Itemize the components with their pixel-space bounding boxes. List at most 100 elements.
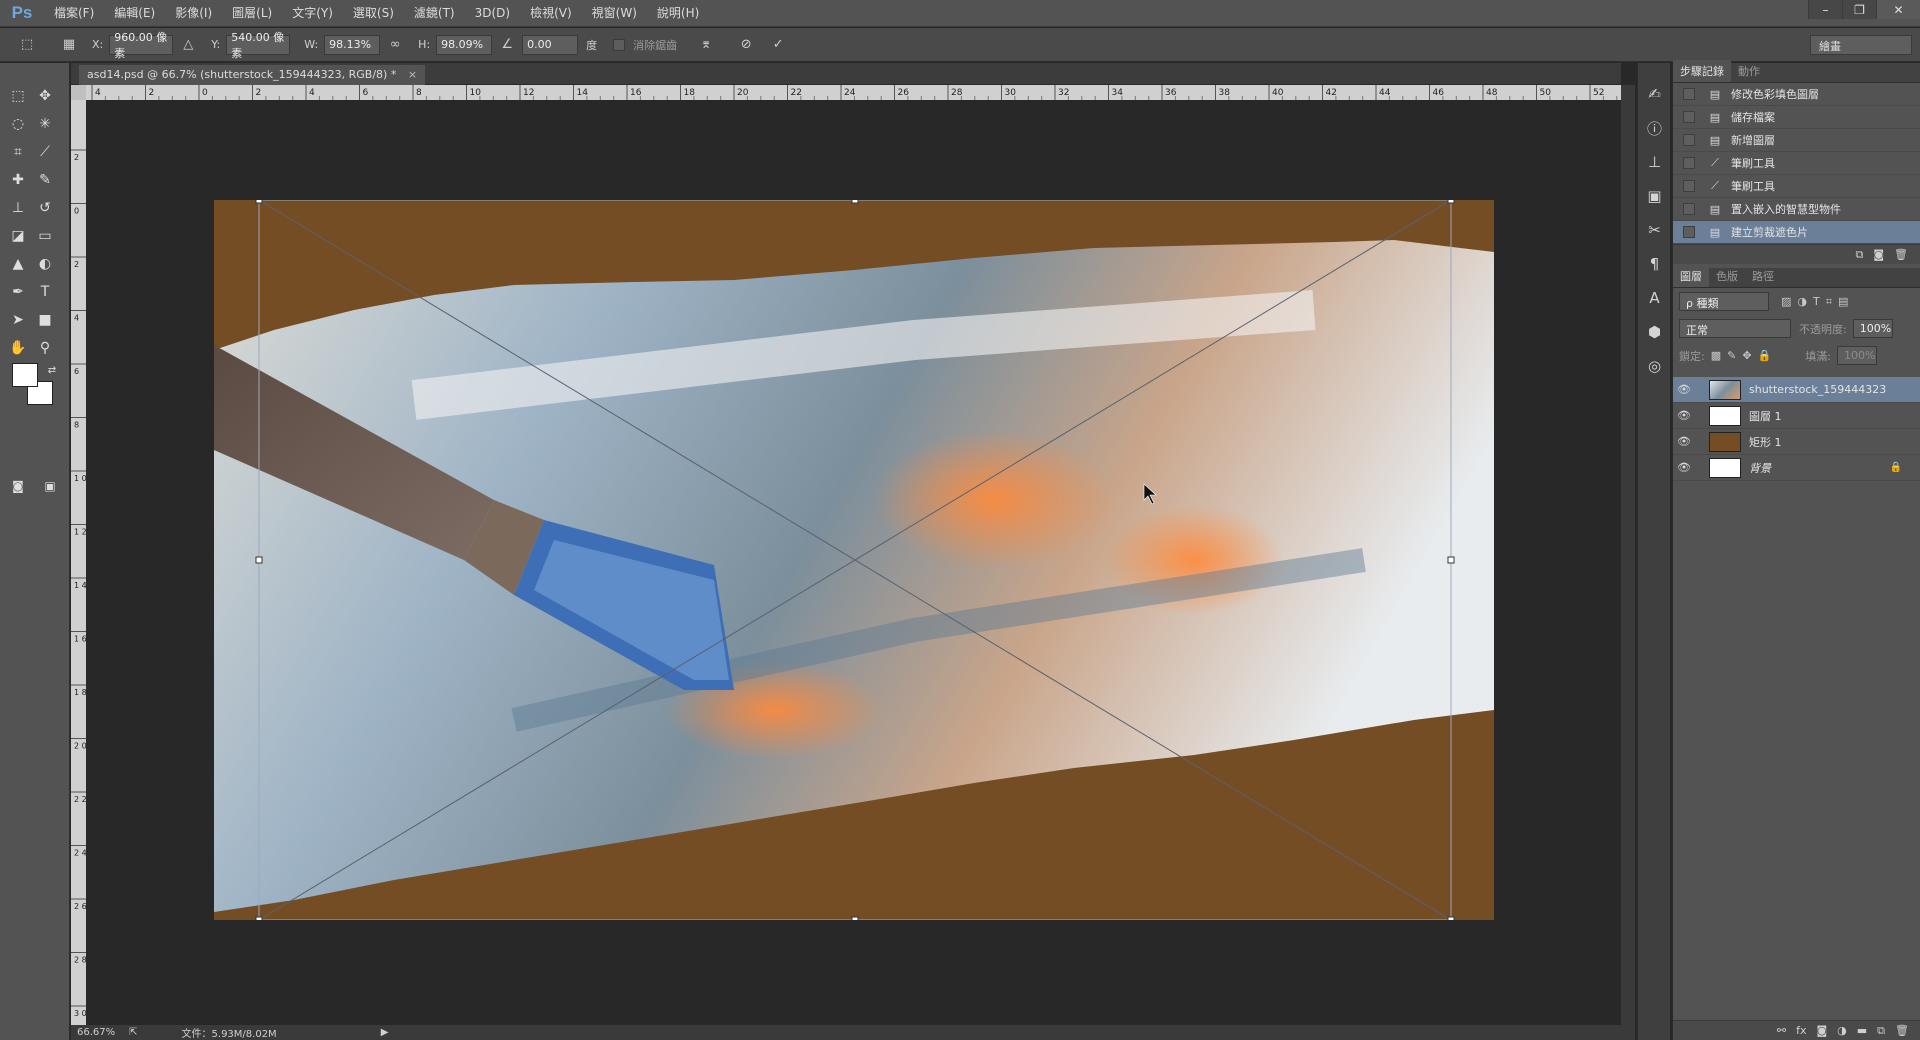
- visibility-eye-icon[interactable]: 👁: [1673, 461, 1695, 474]
- tab-actions[interactable]: 動作: [1731, 60, 1767, 82]
- transform-handle[interactable]: [1447, 200, 1455, 204]
- history-brush-source-checkbox[interactable]: [1683, 88, 1695, 100]
- history-brush-source-checkbox[interactable]: [1683, 157, 1695, 169]
- swap-colors-icon[interactable]: ⇄: [40, 359, 64, 381]
- foreground-color-swatch[interactable]: [12, 363, 38, 387]
- history-state[interactable]: ▤ 置入嵌入的智慧型物件: [1673, 198, 1920, 221]
- commit-transform-icon[interactable]: ✓: [769, 36, 787, 54]
- quick-mask-icon[interactable]: ◙: [6, 475, 30, 497]
- snapshot-icon[interactable]: ◙: [1873, 248, 1884, 261]
- transform-handle[interactable]: [851, 200, 859, 204]
- stamp-tool-icon[interactable]: ⊥: [6, 197, 30, 219]
- canvas-vertical-scrollbar[interactable]: [1621, 85, 1635, 1028]
- filter-adjustment-icon[interactable]: ◑: [1797, 295, 1807, 308]
- marquee-tool-icon[interactable]: ⬚: [6, 85, 30, 107]
- type-tool-icon[interactable]: T: [33, 281, 57, 303]
- tab-layers[interactable]: 圖層: [1673, 265, 1709, 287]
- screen-mode-icon[interactable]: ▣: [38, 475, 62, 497]
- transform-handle[interactable]: [1447, 556, 1455, 564]
- clone-source-panel-icon[interactable]: ▣: [1638, 179, 1671, 213]
- brush-tool-icon[interactable]: ✎: [33, 169, 57, 191]
- add-mask-icon[interactable]: ◙: [1816, 1024, 1827, 1037]
- angle-field[interactable]: 0.00: [522, 34, 579, 55]
- menu-item[interactable]: 選取(S): [343, 0, 404, 27]
- paragraph-panel-icon[interactable]: ¶: [1638, 247, 1671, 281]
- vertical-ruler[interactable]: 2 0 2 4 6 8 1 0 1 2 1 4 1 6 1 8 2 0 2 2 2 4 2 6 2 8 3 0: [71, 100, 86, 1028]
- lock-position-icon[interactable]: ✥: [1742, 349, 1751, 362]
- menu-item[interactable]: 濾鏡(T): [404, 0, 465, 27]
- layer-kind-filter[interactable]: ρ 種類: [1679, 292, 1769, 311]
- menu-item[interactable]: 說明(H): [647, 0, 709, 27]
- menu-item[interactable]: 檢視(V): [520, 0, 582, 27]
- transform-handle[interactable]: [255, 916, 263, 920]
- reference-point-icon[interactable]: ▦: [60, 36, 78, 54]
- workspace-select[interactable]: 繪畫: [1810, 35, 1912, 55]
- character-panel-icon[interactable]: A: [1638, 281, 1671, 315]
- document-tab[interactable]: asd14.psd @ 66.7% (shutterstock_15944432…: [79, 65, 426, 85]
- filter-shape-icon[interactable]: ⌗: [1826, 295, 1832, 309]
- tab-history[interactable]: 步驟記錄: [1673, 60, 1731, 82]
- transform-handle[interactable]: [1447, 916, 1455, 920]
- move-tool-icon[interactable]: ✥: [33, 85, 57, 107]
- tool-presets-panel-icon[interactable]: ⊥: [1638, 145, 1671, 179]
- tab-channels[interactable]: 色版: [1709, 265, 1745, 287]
- history-state[interactable]: ▤ 修改色彩填色圖層: [1673, 83, 1920, 106]
- zoom-level[interactable]: 66.67%: [77, 1027, 115, 1038]
- delta-icon[interactable]: △: [179, 36, 197, 54]
- healing-tool-icon[interactable]: ✚: [6, 169, 30, 191]
- new-group-icon[interactable]: ▬: [1857, 1024, 1867, 1037]
- history-state[interactable]: ▤ 儲存檔案: [1673, 106, 1920, 129]
- menu-item[interactable]: 圖層(L): [222, 0, 282, 27]
- history-brush-source-checkbox[interactable]: [1683, 203, 1695, 215]
- blend-mode-select[interactable]: 正常: [1679, 319, 1791, 338]
- horizontal-ruler[interactable]: 4 2 0 2 4 6 8 10 12 14 16 18 20 22 24 26 28 30 32 34 36 38 40 4…: [86, 85, 1621, 100]
- lock-transparent-icon[interactable]: ▩: [1711, 349, 1721, 362]
- lock-pixels-icon[interactable]: ✎: [1727, 349, 1736, 362]
- menu-item[interactable]: 視窗(W): [582, 0, 647, 27]
- cancel-transform-icon[interactable]: ⊘: [737, 36, 755, 54]
- transform-handle[interactable]: [255, 200, 263, 204]
- menu-item[interactable]: 檔案(F): [44, 0, 104, 27]
- eraser-tool-icon[interactable]: ◪: [6, 225, 30, 247]
- history-brush-source-checkbox[interactable]: [1683, 111, 1695, 123]
- layer-row[interactable]: 👁 shutterstock_159444323: [1673, 377, 1920, 403]
- lasso-tool-icon[interactable]: ◌: [6, 113, 30, 135]
- layer-row[interactable]: 👁 矩形 1: [1673, 429, 1920, 455]
- brush-panel-icon[interactable]: ✂: [1638, 213, 1671, 247]
- history-brush-source-checkbox[interactable]: [1683, 180, 1695, 192]
- dodge-tool-icon[interactable]: ◐: [33, 253, 57, 275]
- layer-name[interactable]: shutterstock_159444323: [1749, 383, 1886, 396]
- history-brush-source-checkbox[interactable]: [1683, 134, 1695, 146]
- tab-paths[interactable]: 路徑: [1745, 265, 1781, 287]
- adjustment-layer-icon[interactable]: ◑: [1837, 1024, 1847, 1037]
- info-panel-icon[interactable]: ⓘ: [1638, 111, 1671, 145]
- link-layers-icon[interactable]: ⚯: [1777, 1024, 1786, 1037]
- history-state[interactable]: ▤ 新增圖層: [1673, 129, 1920, 152]
- transform-tool-icon[interactable]: ⬚: [18, 36, 36, 54]
- history-brush-tool-icon[interactable]: ↺: [33, 197, 57, 219]
- layer-row[interactable]: 👁 背景 🔒: [1673, 455, 1920, 481]
- restore-button[interactable]: ❐: [1842, 0, 1876, 19]
- transform-handle[interactable]: [851, 916, 859, 920]
- 3d-panel-icon[interactable]: ⬢: [1638, 315, 1671, 349]
- history-state[interactable]: ⟋ 筆刷工具: [1673, 152, 1920, 175]
- minimize-button[interactable]: –: [1808, 0, 1842, 19]
- layer-name[interactable]: 背景: [1749, 460, 1771, 476]
- height-field[interactable]: 98.09%: [436, 34, 493, 55]
- menu-item[interactable]: 文字(Y): [282, 0, 343, 27]
- menu-item[interactable]: 3D(D): [465, 0, 520, 27]
- opacity-field[interactable]: 100%: [1852, 319, 1893, 338]
- width-field[interactable]: 98.13%: [324, 34, 381, 55]
- history-brush-source-checkbox[interactable]: [1683, 226, 1695, 238]
- x-field[interactable]: 960.00 像素: [109, 31, 174, 60]
- transform-bounding-box[interactable]: [214, 200, 1494, 920]
- pen-tool-icon[interactable]: ✒: [6, 281, 30, 303]
- y-field[interactable]: 540.00 像素: [226, 31, 291, 60]
- link-icon[interactable]: ∞: [386, 36, 404, 54]
- rectangle-tool-icon[interactable]: ■: [33, 309, 57, 331]
- delete-state-icon[interactable]: 🗑: [1894, 248, 1908, 261]
- new-document-from-state-icon[interactable]: ⧉: [1855, 248, 1863, 262]
- warp-icon[interactable]: ⌆: [697, 36, 715, 54]
- close-tab-icon[interactable]: ×: [408, 68, 417, 81]
- layer-style-icon[interactable]: fx: [1796, 1024, 1806, 1037]
